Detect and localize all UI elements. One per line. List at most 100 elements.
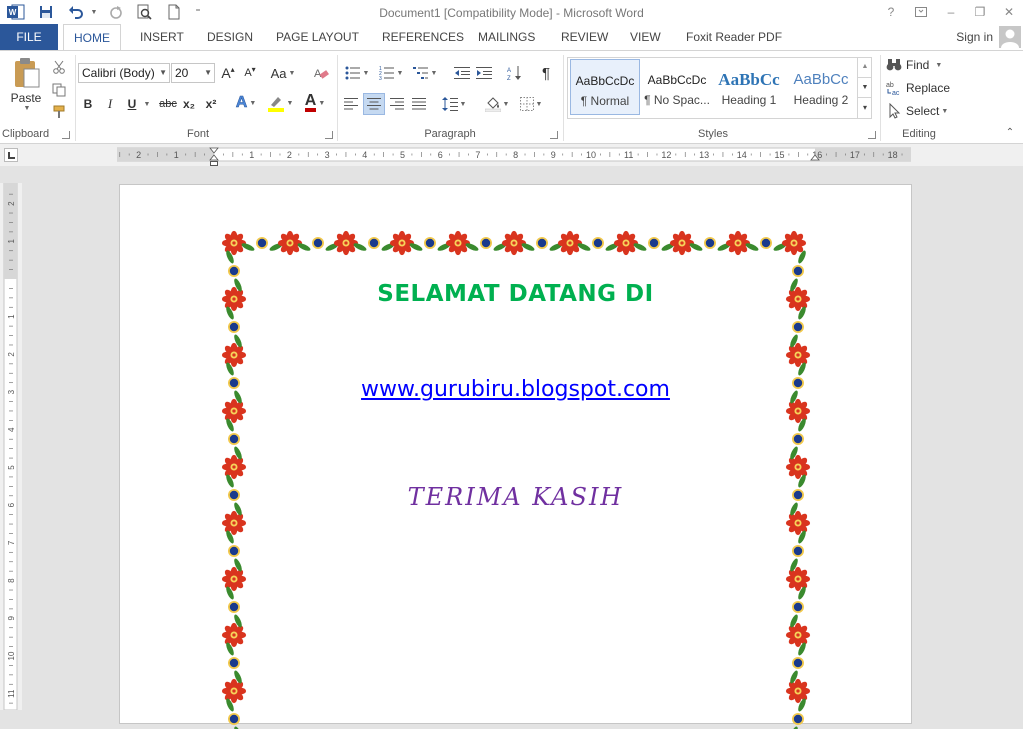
border-dot [592, 237, 604, 249]
find-button[interactable]: Find ▼ [886, 55, 946, 75]
chevron-down-icon: ▼ [502, 100, 510, 108]
style-heading-1[interactable]: AaBbCc Heading 1 [714, 59, 784, 115]
change-case-button[interactable]: Aa ▼ [268, 63, 298, 83]
clipboard-launcher-icon[interactable] [62, 131, 70, 139]
show-formatting-button[interactable]: ¶ [536, 63, 556, 83]
style-no-spacing[interactable]: AaBbCcDc ¶ No Spac... [642, 59, 712, 115]
align-right-button[interactable] [388, 94, 406, 114]
document-page[interactable]: SELAMAT DATANG DI www.gurubiru.blogspot.… [119, 184, 912, 729]
underline-dropdown-icon[interactable]: ▼ [142, 94, 152, 114]
align-left-button[interactable] [342, 94, 360, 114]
tab-insert[interactable]: INSERT [130, 24, 194, 50]
text-highlight-button[interactable]: ▼ [264, 93, 296, 113]
strikethrough-button[interactable]: abc [156, 94, 180, 114]
style-sample: AaBbCcDc [575, 74, 635, 88]
vertical-ruler[interactable]: 211234567891011 [3, 183, 19, 710]
ruler-tick-label: 4 [362, 150, 367, 160]
format-painter-icon[interactable] [50, 102, 68, 122]
ruler-tick-label: 3 [325, 150, 330, 160]
decrease-indent-button[interactable] [452, 63, 472, 83]
border-dot [760, 237, 772, 249]
font-size-select[interactable]: 20 ▼ [171, 63, 215, 83]
subscript-button[interactable]: x₂ [180, 94, 198, 114]
justify-button[interactable] [410, 94, 428, 114]
ruler-tick-label: 3 [7, 389, 16, 394]
tab-selector-icon[interactable] [4, 148, 18, 162]
numbering-button[interactable]: 123 ▼ [376, 63, 406, 83]
border-flower [785, 678, 811, 704]
tab-home[interactable]: HOME [63, 24, 121, 51]
clipboard-group-label: Clipboard [2, 128, 50, 140]
align-center-button[interactable] [363, 93, 385, 115]
ruler-tick-label: 6 [438, 150, 443, 160]
tab-foxit-reader-pdf[interactable]: Foxit Reader PDF [676, 24, 792, 50]
style-heading-2[interactable]: AaBbCc Heading 2 [786, 59, 856, 115]
restore-icon[interactable]: ❐ [969, 3, 991, 21]
styles-more-icon[interactable]: ▾ [858, 97, 872, 118]
ruler-tick-label: 2 [7, 352, 16, 357]
ruler-tick-label: 2 [287, 150, 292, 160]
font-color-button[interactable]: A ▼ [300, 93, 330, 113]
select-label: Select [906, 104, 940, 118]
tab-mailings[interactable]: MAILINGS [468, 24, 545, 50]
document-thanks-text[interactable]: TERIMA KASIH [120, 483, 911, 511]
user-avatar-icon[interactable] [999, 26, 1021, 48]
document-heading[interactable]: SELAMAT DATANG DI [120, 281, 911, 307]
bullets-button[interactable]: ▼ [342, 63, 372, 83]
grow-font-button[interactable]: A ▴ [218, 63, 238, 83]
line-spacing-icon [441, 97, 458, 111]
tab-page-layout[interactable]: PAGE LAYOUT [266, 24, 369, 50]
separator [75, 55, 76, 141]
tab-review[interactable]: REVIEW [551, 24, 618, 50]
minimize-icon[interactable]: – [940, 3, 962, 21]
font-launcher-icon[interactable] [325, 131, 333, 139]
editing-group-label: Editing [902, 128, 936, 140]
border-dot [228, 545, 240, 557]
superscript-button[interactable]: x² [202, 94, 220, 114]
select-button[interactable]: Select ▼ [886, 101, 952, 121]
styles-launcher-icon[interactable] [868, 131, 876, 139]
style-name: Heading 1 [721, 93, 777, 107]
ruler-tick-label: 8 [513, 150, 518, 160]
ruler-tick-label: 1 [7, 239, 16, 244]
line-spacing-button[interactable]: ▼ [440, 94, 468, 114]
help-icon[interactable]: ? [880, 3, 902, 21]
replace-button[interactable]: ab ac Replace [886, 78, 952, 98]
borders-button[interactable]: ▼ [516, 94, 546, 114]
horizontal-ruler[interactable]: 2 1 1 2 3 4 5 6 7 8 9 10 11 12 13 14 15 16 17 18 [117, 147, 911, 163]
highlighter-icon [267, 97, 284, 112]
paste-button[interactable]: Paste ▼ [8, 57, 44, 119]
tab-file[interactable]: FILE [0, 24, 58, 50]
sign-in-link[interactable]: Sign in [956, 30, 993, 44]
tab-design[interactable]: DESIGN [197, 24, 263, 50]
cut-icon[interactable] [50, 57, 68, 77]
ruler-tick-label: 15 [774, 150, 784, 160]
clear-formatting-button[interactable]: A [311, 63, 331, 83]
copy-icon[interactable] [50, 80, 68, 100]
multilevel-list-button[interactable]: ▼ [410, 63, 440, 83]
paragraph-launcher-icon[interactable] [550, 131, 558, 139]
styles-scroll-up-icon[interactable]: ▲ [858, 57, 872, 77]
style-normal[interactable]: AaBbCcDc ¶ Normal [570, 59, 640, 115]
font-size-value: 20 [175, 66, 189, 80]
close-icon[interactable]: ✕ [998, 3, 1020, 21]
document-link[interactable]: www.gurubiru.blogspot.com [120, 377, 911, 402]
tab-view[interactable]: VIEW [620, 24, 671, 50]
tab-references[interactable]: REFERENCES [372, 24, 474, 50]
shrink-font-label: A [244, 67, 252, 79]
sort-button[interactable]: AZ [505, 63, 525, 83]
shading-button[interactable]: ▼ [482, 94, 512, 114]
shrink-font-button[interactable]: A ▾ [241, 63, 259, 83]
styles-scroll-down-icon[interactable]: ▼ [858, 77, 872, 97]
collapse-ribbon-icon[interactable]: ⌃ [1003, 127, 1017, 141]
text-effects-label: A [235, 94, 248, 112]
bold-button[interactable]: B [80, 94, 96, 114]
ruler-tick-label: 1 [249, 150, 254, 160]
italic-button[interactable]: I [102, 94, 118, 114]
text-effects-button[interactable]: A ▼ [232, 93, 260, 113]
ribbon-display-options-icon[interactable] [910, 3, 932, 21]
underline-button[interactable]: U [124, 94, 140, 114]
increase-indent-button[interactable] [474, 63, 494, 83]
border-dot [312, 237, 324, 249]
font-family-select[interactable]: Calibri (Body) ▼ [78, 63, 170, 83]
